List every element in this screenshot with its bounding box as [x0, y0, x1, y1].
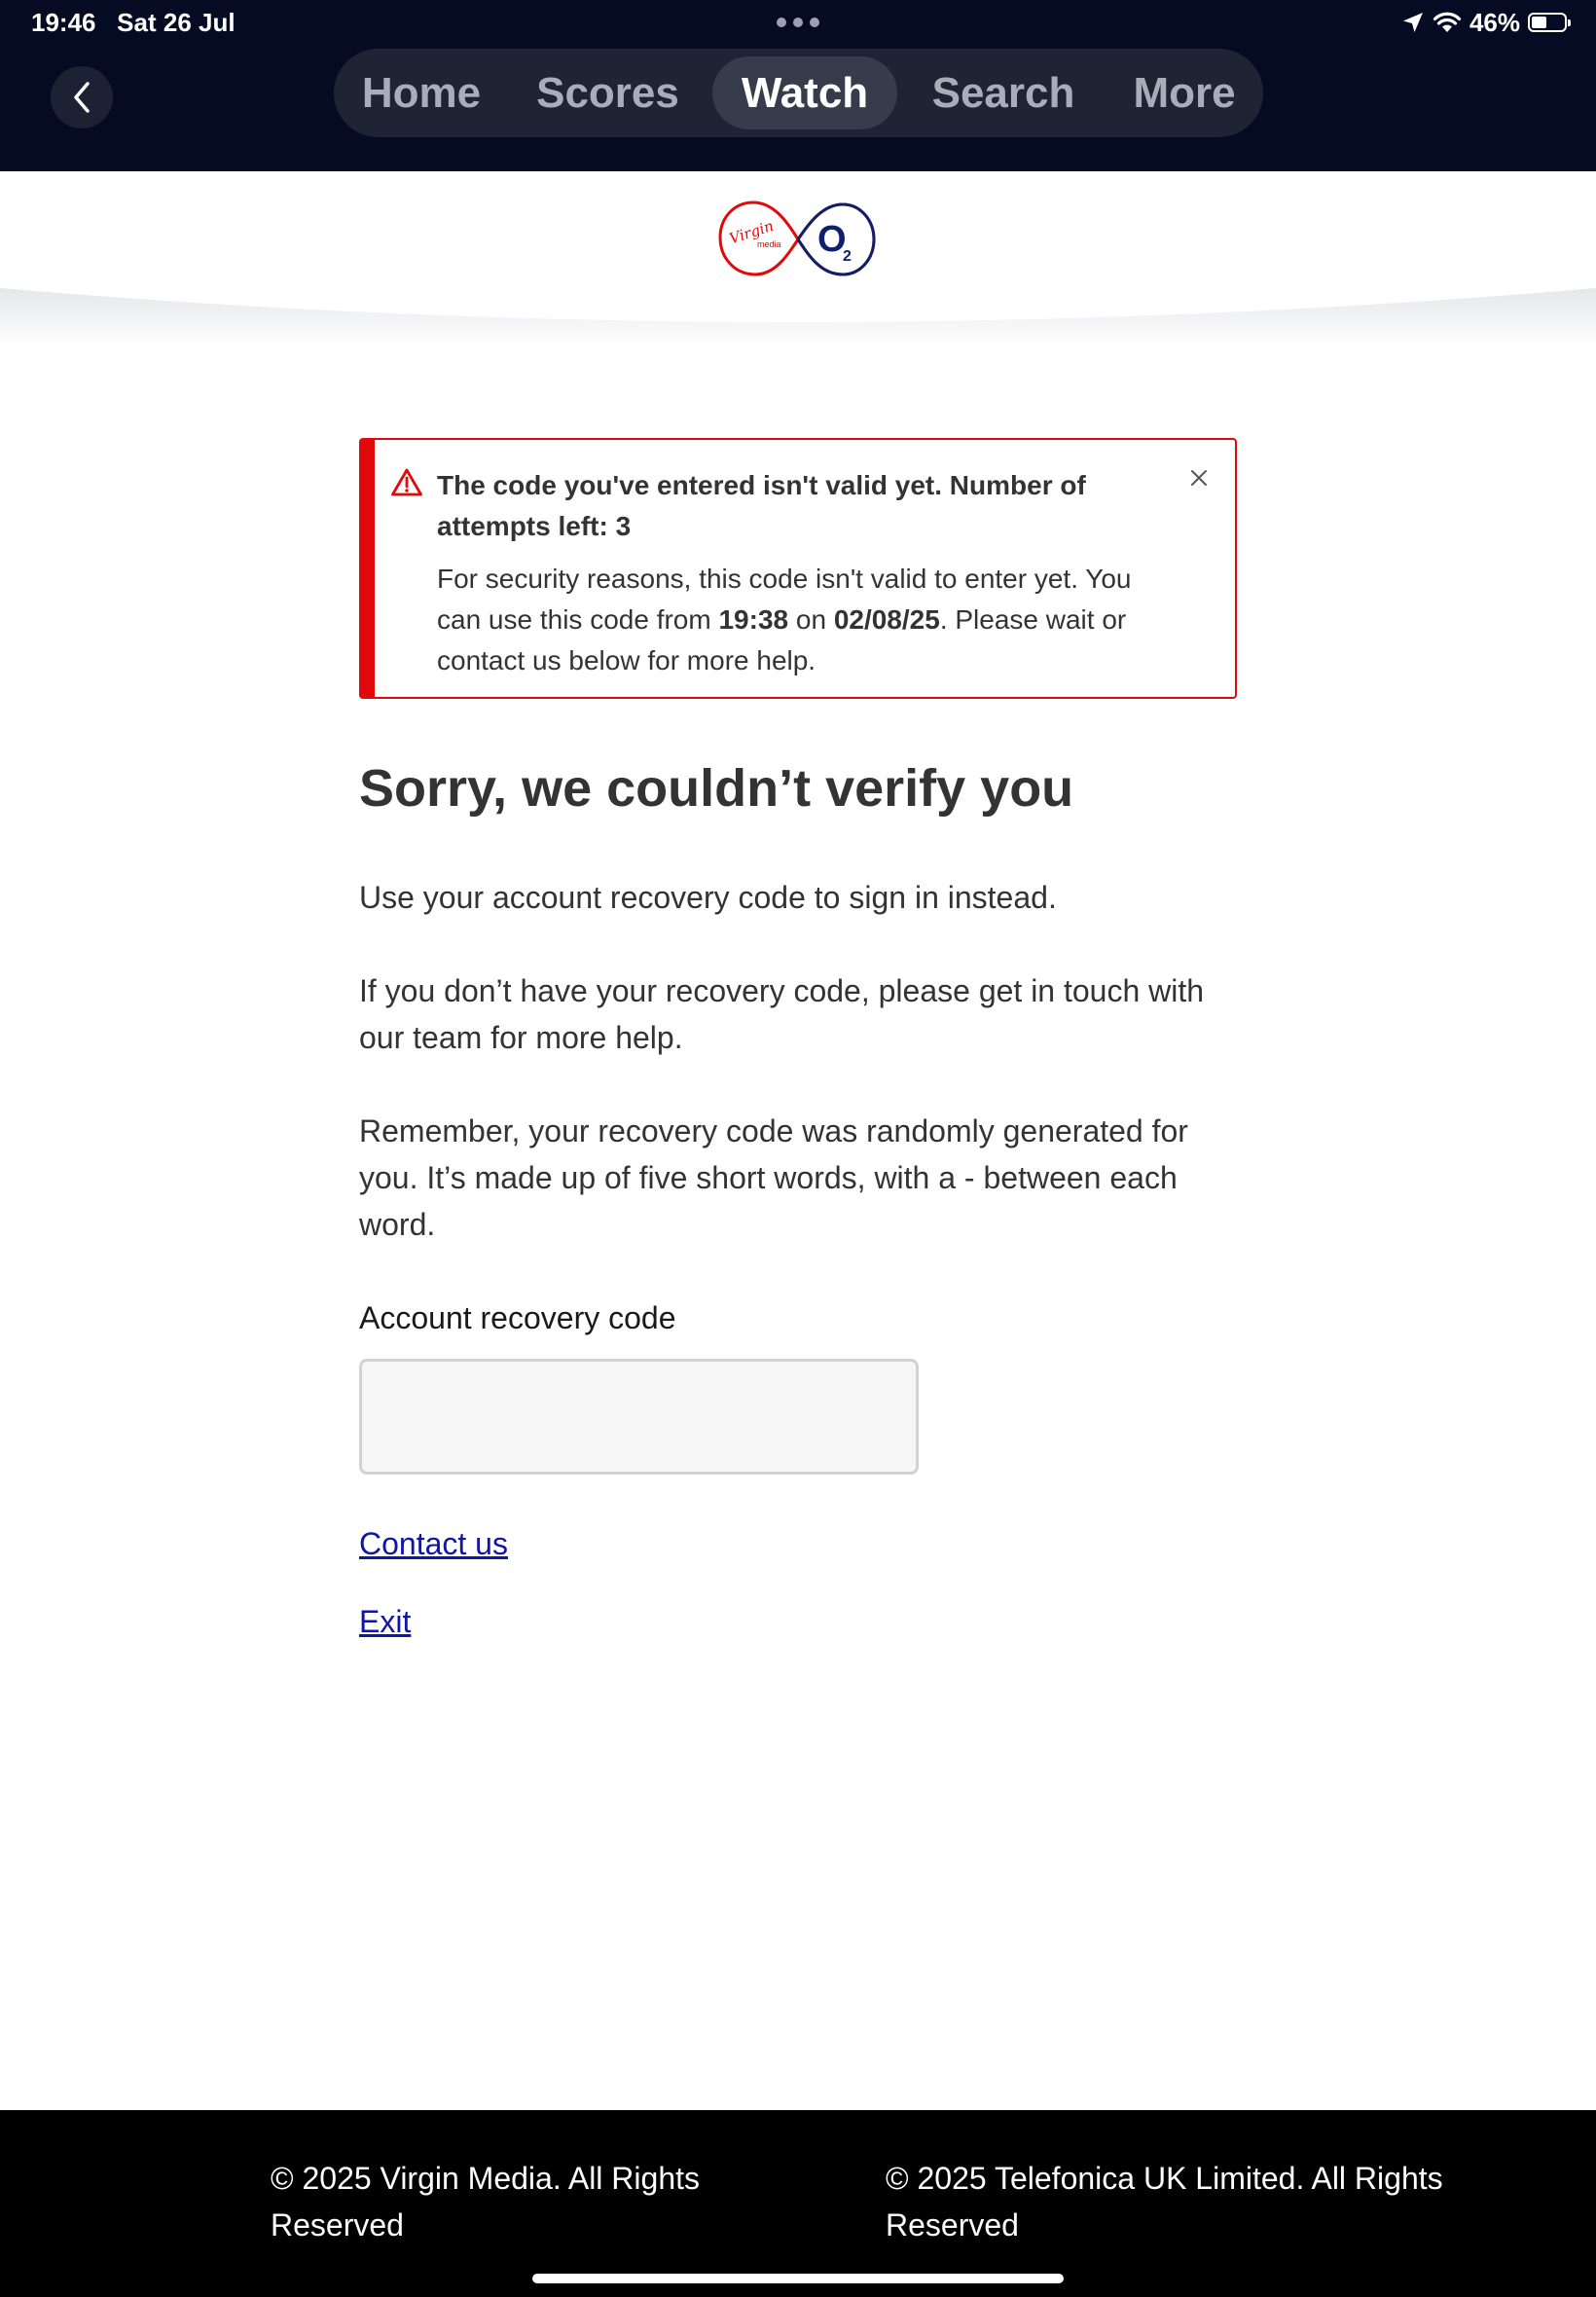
tab-watch[interactable]: Watch: [712, 56, 897, 129]
alert-body: For security reasons, this code isn't va…: [437, 559, 1177, 681]
tab-search[interactable]: Search: [915, 56, 1092, 129]
location-arrow-icon: [1402, 13, 1423, 32]
chevron-left-icon: [74, 82, 90, 113]
footer-telefonica-copyright: © 2025 Telefonica UK Limited. All Rights…: [886, 2161, 1443, 2242]
recovery-code-input[interactable]: [359, 1359, 919, 1475]
warning-icon: [391, 468, 422, 496]
help-text: If you don’t have your recovery code, pl…: [359, 973, 1205, 1055]
status-time: 19:46: [31, 8, 96, 37]
alert-accent-bar: [361, 440, 375, 697]
back-button[interactable]: [51, 66, 113, 128]
svg-text:media: media: [757, 239, 781, 249]
tab-home[interactable]: Home: [348, 56, 494, 129]
wifi-icon: [1433, 12, 1462, 32]
battery-icon: [1528, 13, 1571, 32]
tab-more[interactable]: More: [1117, 56, 1251, 129]
footer: © 2025 Virgin Media. All Rights Reserved…: [0, 2110, 1596, 2297]
exit-link[interactable]: Exit: [359, 1598, 411, 1645]
home-indicator[interactable]: [532, 2274, 1064, 2283]
virgin-media-o2-logo: Virgin media O 2: [718, 201, 876, 276]
instruction-text: Use your account recovery code to sign i…: [359, 880, 1057, 915]
main-tab-bar: Home Scores Watch Search More: [334, 49, 1263, 137]
multitasking-dots-icon[interactable]: [777, 18, 819, 27]
tab-scores[interactable]: Scores: [522, 56, 694, 129]
top-app-bar: 19:46 Sat 26 Jul 46% Home Scores Watch S…: [0, 0, 1596, 171]
page-title: Sorry, we couldn’t verify you: [359, 759, 1074, 818]
battery-percentage: 46%: [1469, 7, 1520, 37]
contact-us-link[interactable]: Contact us: [359, 1520, 508, 1567]
alert-title: The code you've entered isn't valid yet.…: [437, 470, 1086, 541]
alert-body-text: on: [788, 604, 834, 635]
close-icon[interactable]: [1188, 467, 1210, 489]
status-indicators: 46%: [1401, 6, 1571, 39]
alert-valid-time: 19:38: [718, 604, 789, 635]
status-time-date: 19:46 Sat 26 Jul: [31, 8, 236, 38]
footer-virgin-copyright: © 2025 Virgin Media. All Rights Reserved: [271, 2161, 700, 2242]
error-alert: The code you've entered isn't valid yet.…: [359, 438, 1237, 699]
svg-text:2: 2: [843, 248, 852, 265]
alert-valid-date: 02/08/25: [833, 604, 940, 635]
recovery-code-info-text: Remember, your recovery code was randoml…: [359, 1113, 1188, 1242]
recovery-code-label: Account recovery code: [359, 1300, 676, 1335]
status-date: Sat 26 Jul: [117, 8, 236, 37]
